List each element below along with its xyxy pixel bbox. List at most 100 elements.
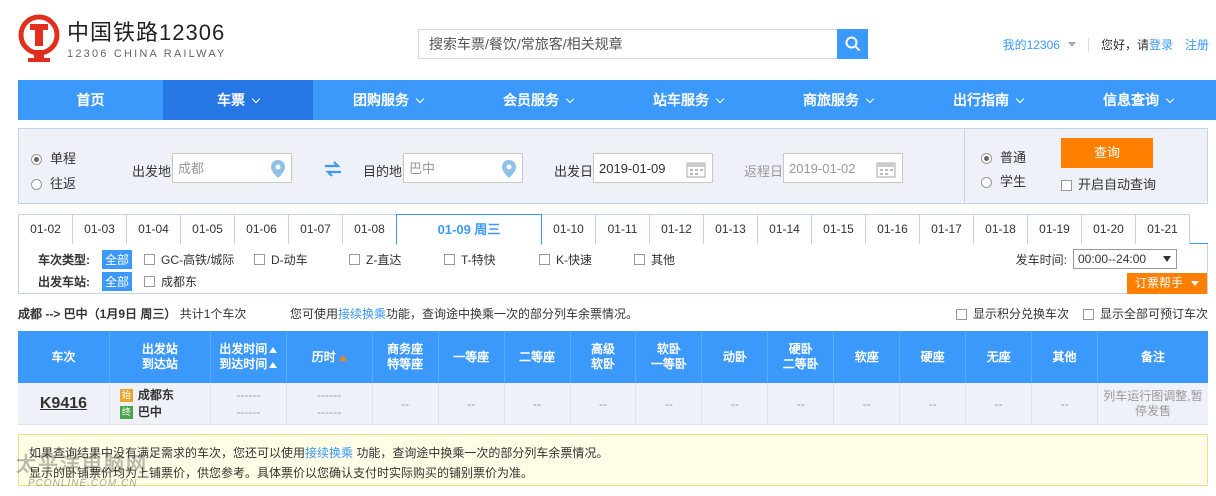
login-link[interactable]: 登录 <box>1149 36 1173 53</box>
show-points-option[interactable]: 显示积分兑换车次 <box>955 305 1069 323</box>
date-tab[interactable]: 01-04 <box>126 214 181 244</box>
auto-query-label: 开启自动查询 <box>1078 177 1157 192</box>
query-button[interactable]: 查询 <box>1061 138 1153 168</box>
all-stations-button[interactable]: 全部 <box>102 271 133 291</box>
date-tab[interactable]: 01-11 <box>595 214 650 244</box>
chevron-down-icon[interactable] <box>1067 42 1076 47</box>
departure-time-select[interactable]: 00:00--24:00 <box>1073 249 1177 269</box>
option-label: 显示积分兑换车次 <box>972 307 1069 321</box>
col-times[interactable]: 出发时间 到达时间 <box>211 331 287 383</box>
seat-cell: -- <box>636 383 703 425</box>
type-option-t[interactable]: T-特快 <box>444 251 539 268</box>
checkbox[interactable] <box>634 253 646 265</box>
type-option-k[interactable]: K-快速 <box>539 251 634 268</box>
transfer-link[interactable]: 接续换乘 <box>305 446 353 460</box>
my-12306-link[interactable]: 我的12306 <box>1003 36 1060 53</box>
date-tab[interactable]: 01-20 <box>1081 214 1136 244</box>
date-tab-selected[interactable]: 01-09 周三 <box>396 214 542 245</box>
col-duration[interactable]: 历时 <box>287 331 373 383</box>
date-tab[interactable]: 01-15 <box>811 214 866 244</box>
china-railway-logo-icon[interactable] <box>18 14 60 62</box>
col-soft-sleeper: 软卧 一等卧 <box>636 331 703 383</box>
header-label: 硬卧 <box>788 342 813 356</box>
date-tab[interactable]: 01-02 <box>18 214 73 244</box>
checkbox[interactable] <box>254 253 266 265</box>
header-label: 历时 <box>311 349 336 364</box>
nav-label: 信息查询 <box>1103 92 1159 108</box>
swap-icon[interactable] <box>323 161 343 177</box>
calendar-icon[interactable] <box>876 160 896 178</box>
type-option-z[interactable]: Z-直达 <box>349 251 444 268</box>
nav-travel-guide[interactable]: 出行指南 <box>913 80 1063 120</box>
date-tab[interactable]: 01-13 <box>703 214 758 244</box>
student-ticket-option[interactable]: 学生 <box>981 171 1026 190</box>
filter-panel: 车次类型: 全部 GC-高铁/城际 D-动车 Z-直达 T-特快 K-快速 其他… <box>18 244 1208 294</box>
checkbox[interactable] <box>539 253 551 265</box>
date-tab[interactable]: 01-05 <box>180 214 235 244</box>
search-button[interactable] <box>837 29 868 59</box>
booking-helper-button[interactable]: 订票帮手 <box>1127 273 1207 294</box>
date-tab[interactable]: 01-06 <box>234 214 289 244</box>
transfer-link[interactable]: 接续换乘 <box>338 307 386 321</box>
date-tab[interactable]: 01-18 <box>973 214 1028 244</box>
station-option[interactable]: 成都东 <box>144 273 197 290</box>
option-label: Z-直达 <box>366 252 402 267</box>
checkbox[interactable] <box>144 275 156 287</box>
checkbox[interactable] <box>144 253 156 265</box>
all-types-button[interactable]: 全部 <box>102 249 133 269</box>
train-number-link[interactable]: K9416 <box>40 395 87 413</box>
header-label: 出发时间 <box>219 342 278 357</box>
chevron-down-icon <box>1165 94 1175 104</box>
nav-business-travel[interactable]: 商旅服务 <box>763 80 913 120</box>
one-way-option[interactable]: 单程 <box>31 148 76 167</box>
date-tab[interactable]: 01-03 <box>72 214 127 244</box>
sort-asc-icon[interactable] <box>269 362 278 368</box>
show-all-option[interactable]: 显示全部可预订车次 <box>1082 305 1208 323</box>
site-search <box>418 29 868 59</box>
round-trip-radio[interactable] <box>31 179 42 191</box>
date-tab[interactable]: 01-14 <box>757 214 812 244</box>
type-option-other[interactable]: 其他 <box>634 251 729 268</box>
date-tab[interactable]: 01-10 <box>541 214 596 244</box>
nav-group-service[interactable]: 团购服务 <box>313 80 463 120</box>
header-label: 其他 <box>1052 349 1077 364</box>
checkbox[interactable] <box>1082 308 1094 320</box>
calendar-icon[interactable] <box>686 160 706 178</box>
auto-query-checkbox[interactable] <box>1061 180 1072 192</box>
register-link[interactable]: 注册 <box>1185 36 1209 53</box>
brand[interactable]: 中国铁路12306 12306 CHINA RAILWAY <box>67 20 227 62</box>
date-tab[interactable]: 01-17 <box>919 214 974 244</box>
sort-asc-icon[interactable] <box>269 347 278 353</box>
departure-station-label: 出发车站: <box>38 274 90 289</box>
header-label: 软卧 <box>656 342 681 356</box>
checkbox[interactable] <box>349 253 361 265</box>
normal-ticket-option[interactable]: 普通 <box>981 147 1026 166</box>
date-tab[interactable]: 01-21 <box>1135 214 1190 244</box>
date-tab[interactable]: 01-08 <box>342 214 397 244</box>
date-tab[interactable]: 01-12 <box>649 214 704 244</box>
type-option-gc[interactable]: GC-高铁/城际 <box>144 251 254 268</box>
nav-info-query[interactable]: 信息查询 <box>1063 80 1213 120</box>
student-radio[interactable] <box>981 177 992 189</box>
sort-asc-icon[interactable] <box>338 354 347 361</box>
date-tab[interactable]: 01-07 <box>288 214 343 244</box>
notice-line: 如果查询结果中没有满足需求的车次，您还可以使用接续换乘 功能，查询途中换乘一次的… <box>29 443 1197 463</box>
header-label: 出发时间 <box>219 342 268 356</box>
nav-home[interactable]: 首页 <box>18 80 163 120</box>
nav-station-service[interactable]: 站车服务 <box>613 80 763 120</box>
checkbox[interactable] <box>444 253 456 265</box>
auto-query-option[interactable]: 开启自动查询 <box>1061 174 1156 193</box>
divider <box>1087 37 1089 52</box>
search-input[interactable] <box>419 30 839 58</box>
one-way-radio[interactable] <box>31 154 42 166</box>
col-train: 车次 <box>18 331 110 383</box>
round-trip-option[interactable]: 往返 <box>31 173 76 192</box>
type-option-d[interactable]: D-动车 <box>254 251 349 268</box>
col-first: 一等座 <box>439 331 505 383</box>
nav-tickets[interactable]: 车票 <box>163 80 313 120</box>
nav-member-service[interactable]: 会员服务 <box>463 80 613 120</box>
date-tab[interactable]: 01-16 <box>865 214 920 244</box>
checkbox[interactable] <box>955 308 967 320</box>
date-tab[interactable]: 01-19 <box>1027 214 1082 244</box>
normal-radio[interactable] <box>981 153 992 165</box>
